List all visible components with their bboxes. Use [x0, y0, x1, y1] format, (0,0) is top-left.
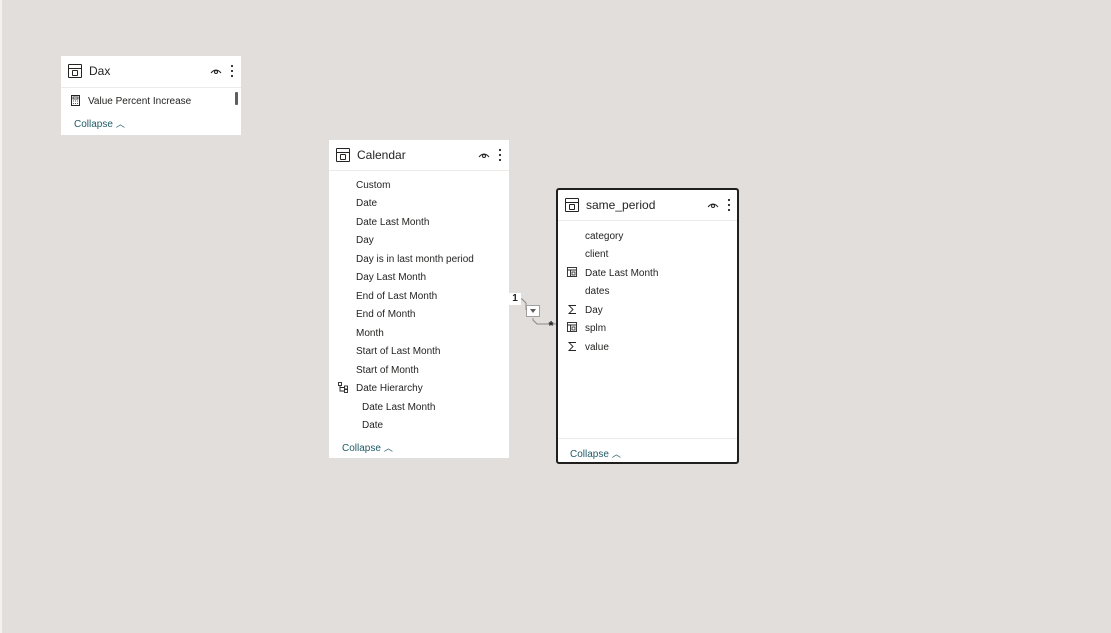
chevron-up-icon: ︿: [115, 119, 125, 129]
field-item[interactable]: Value Percent Increase: [88, 96, 191, 107]
table-icon: [336, 148, 350, 162]
eye-icon[interactable]: [210, 67, 222, 75]
field-item[interactable]: Day Last Month: [356, 272, 426, 283]
table-card-same-period[interactable]: same_period category client Date Last Mo…: [556, 188, 739, 464]
table-card-header[interactable]: same_period: [558, 190, 737, 221]
table-card-dax[interactable]: Dax Value Percent Increase Collapse ︿: [61, 56, 241, 135]
sigma-icon: [567, 305, 576, 314]
field-item-hierarchy[interactable]: Date Hierarchy: [356, 383, 423, 394]
field-item[interactable]: Custom: [356, 180, 390, 191]
calculator-icon: [71, 95, 80, 106]
field-item[interactable]: Month: [356, 328, 384, 339]
table-card-calendar[interactable]: Calendar Custom Date Date Last Month Day…: [329, 140, 509, 458]
field-item[interactable]: category: [585, 231, 623, 242]
calculated-column-icon: [567, 322, 577, 332]
table-title: same_period: [586, 198, 656, 212]
field-item[interactable]: Start of Last Month: [356, 346, 441, 357]
more-options-icon[interactable]: [727, 198, 731, 212]
field-item[interactable]: value: [585, 342, 609, 353]
field-item[interactable]: Day: [356, 235, 374, 246]
collapse-button[interactable]: Collapse ︿: [74, 117, 125, 130]
more-options-icon[interactable]: [230, 64, 234, 78]
field-item[interactable]: End of Last Month: [356, 291, 437, 302]
collapse-label: Collapse: [74, 119, 113, 130]
eye-icon[interactable]: [478, 151, 490, 159]
field-item[interactable]: Date Last Month: [356, 217, 429, 228]
table-card-header[interactable]: Dax: [61, 56, 241, 88]
collapse-button[interactable]: Collapse ︿: [342, 441, 393, 454]
field-item[interactable]: End of Month: [356, 309, 415, 320]
table-title: Dax: [89, 64, 111, 78]
field-item[interactable]: splm: [585, 323, 606, 334]
filter-direction-icon[interactable]: [526, 305, 540, 317]
table-title: Calendar: [357, 148, 406, 162]
calculated-column-icon: [567, 267, 577, 277]
table-card-header[interactable]: Calendar: [329, 140, 509, 171]
hierarchy-level-item[interactable]: Date: [362, 420, 383, 431]
more-options-icon[interactable]: [498, 148, 502, 162]
collapse-label: Collapse: [342, 443, 381, 454]
field-item[interactable]: Start of Month: [356, 365, 419, 376]
field-item[interactable]: client: [585, 249, 608, 260]
collapse-label: Collapse: [570, 449, 609, 460]
cardinality-many-label: *: [548, 318, 554, 333]
eye-icon[interactable]: [707, 201, 719, 209]
field-item[interactable]: Date Last Month: [585, 268, 658, 279]
field-item[interactable]: Day is in last month period: [356, 254, 474, 265]
collapse-button[interactable]: Collapse ︿: [570, 447, 621, 460]
hierarchy-icon: [338, 382, 348, 393]
table-icon: [565, 198, 579, 212]
hierarchy-level-item[interactable]: Date Last Month: [362, 402, 435, 413]
card-footer-divider: [558, 438, 737, 439]
scrollbar[interactable]: [235, 92, 238, 105]
chevron-up-icon: ︿: [383, 443, 393, 453]
field-item[interactable]: Date: [356, 198, 377, 209]
chevron-up-icon: ︿: [611, 449, 621, 459]
field-item[interactable]: Day: [585, 305, 603, 316]
table-icon: [68, 64, 82, 78]
cardinality-one-label: 1: [509, 293, 521, 305]
field-item[interactable]: dates: [585, 286, 609, 297]
sigma-icon: [567, 342, 576, 351]
